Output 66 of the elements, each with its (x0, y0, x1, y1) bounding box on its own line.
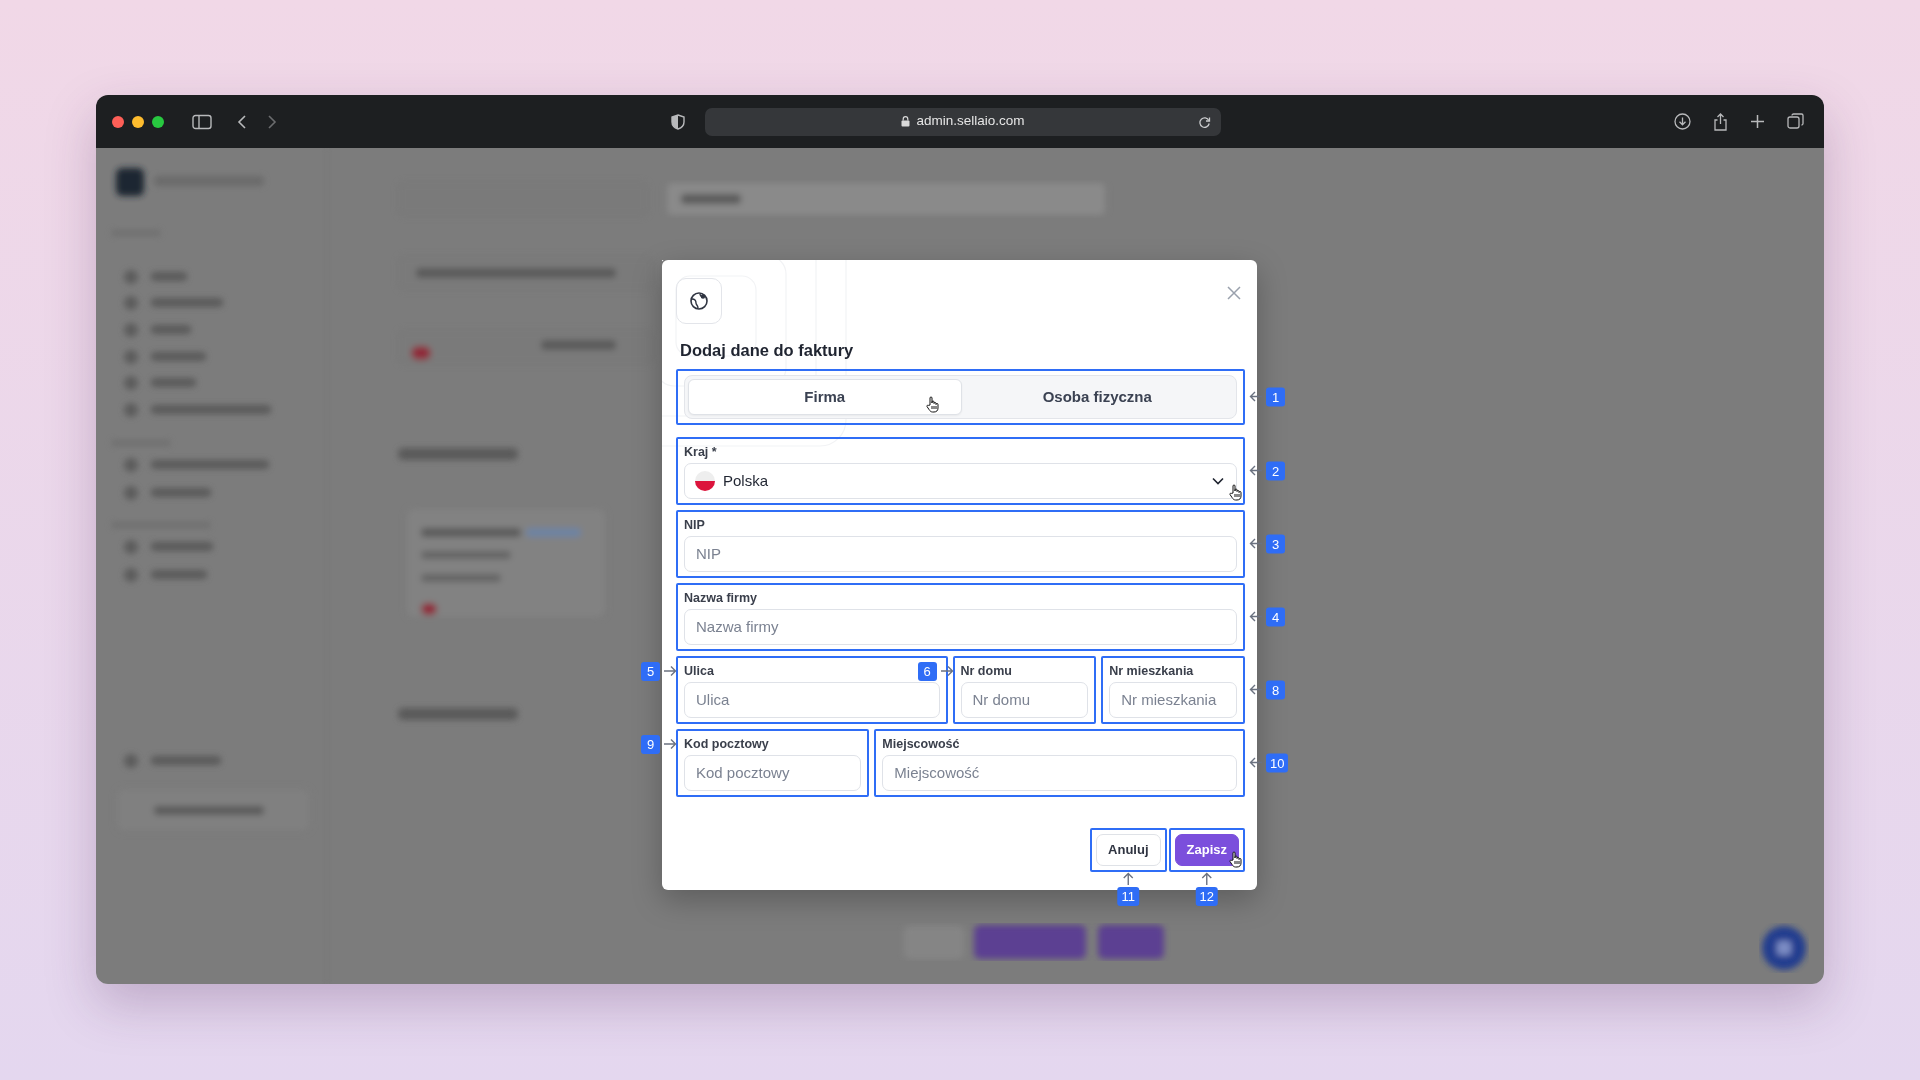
download-icon[interactable] (1674, 113, 1691, 130)
number-badge: 1 (1266, 387, 1285, 407)
minimize-window-button[interactable] (132, 115, 144, 128)
field-label: Nr domu (960, 663, 1012, 679)
input-field[interactable]: NIP (684, 535, 1237, 572)
field-label: NIP (684, 517, 705, 533)
tabs-overview-icon[interactable] (1787, 113, 1804, 130)
globe-pin-icon (689, 291, 709, 311)
forward-icon[interactable] (267, 113, 277, 130)
share-icon[interactable] (1713, 112, 1728, 131)
address-bar[interactable]: admin.sellaio.com (705, 107, 1221, 136)
field-label: Nazwa firmy (684, 590, 757, 606)
input-field[interactable]: Nr domu (960, 681, 1089, 718)
arrow-icon (663, 665, 677, 678)
shield-icon[interactable] (671, 113, 685, 130)
number-badge: 11 (1117, 886, 1140, 906)
field-label: Ulica (684, 663, 714, 679)
field-label: Kod pocztowy (684, 736, 769, 752)
input-field[interactable]: Miejscowość (882, 754, 1237, 791)
arrow-icon (1249, 610, 1263, 623)
arrow-icon (1249, 756, 1263, 769)
new-tab-icon[interactable] (1750, 114, 1765, 129)
arrow-icon (939, 665, 954, 678)
back-icon[interactable] (237, 113, 247, 130)
number-badge: 3 (1266, 534, 1285, 554)
number-badge: 12 (1195, 886, 1218, 906)
number-badge: 6 (917, 661, 937, 681)
sidebar-icon[interactable] (192, 113, 212, 130)
save-button[interactable]: Zapisz (1174, 833, 1239, 866)
hand-cursor-icon (1229, 483, 1242, 501)
select-value: Polska (723, 470, 769, 491)
close-icon[interactable] (1227, 286, 1241, 300)
arrow-icon (1249, 464, 1263, 477)
number-badge: 10 (1266, 753, 1289, 773)
number-badge: 8 (1266, 680, 1285, 700)
arrow-icon (1249, 390, 1263, 403)
field-label: Nr mieszkania (1109, 663, 1194, 679)
tab[interactable]: Firma (688, 378, 962, 415)
url-text: admin.sellaio.com (916, 112, 1025, 131)
close-window-button[interactable] (112, 115, 124, 128)
input-field[interactable]: Ulica (684, 681, 940, 718)
field-label: Miejscowość (882, 736, 960, 752)
input-field[interactable]: Nazwa firmy (684, 608, 1237, 645)
hand-cursor-icon (925, 395, 939, 413)
number-badge: 2 (1266, 461, 1285, 481)
arrow-icon (1200, 871, 1213, 886)
number-badge: 5 (641, 661, 660, 681)
field-label: Kraj * (684, 444, 717, 460)
cancel-button[interactable]: Anuluj (1096, 833, 1161, 866)
chat-button[interactable] (1762, 926, 1806, 970)
arrow-icon (1122, 871, 1135, 886)
lock-icon (901, 116, 911, 127)
hand-cursor-icon (1229, 850, 1242, 868)
dialog-title: Dodaj dane do faktury (680, 340, 855, 361)
arrow-icon (1249, 683, 1263, 696)
tab[interactable]: Osoba fizyczna (961, 378, 1233, 415)
number-badge: 4 (1266, 607, 1285, 627)
arrow-icon (1249, 537, 1263, 550)
number-badge: 9 (641, 734, 660, 754)
input-field[interactable]: Nr mieszkania (1109, 681, 1237, 718)
flag-icon (695, 470, 715, 491)
zoom-window-button[interactable] (152, 115, 164, 128)
reload-icon[interactable] (1198, 115, 1211, 129)
arrow-icon (663, 738, 677, 751)
chevron-down-icon (1212, 476, 1224, 485)
input-field[interactable]: Kod pocztowy (684, 754, 862, 791)
